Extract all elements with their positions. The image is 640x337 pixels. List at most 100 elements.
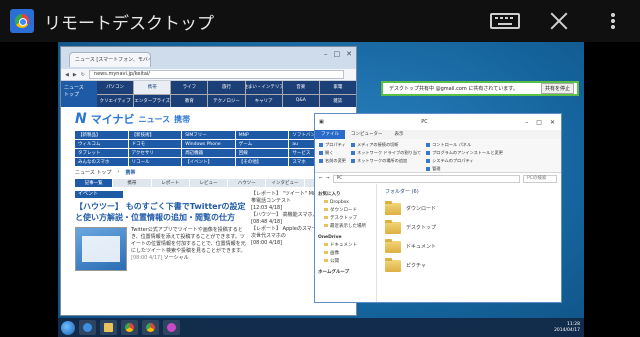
nav-pane-item[interactable]: ダウンロード — [318, 207, 373, 215]
nav-item[interactable]: 雑誌 — [319, 94, 356, 107]
ribbon-command[interactable]: システムのプロパティ — [426, 158, 503, 164]
folders-header[interactable]: フォルダー (6) — [385, 188, 553, 195]
ribbon-command[interactable]: プロパティ — [319, 142, 346, 148]
nav-pane-item[interactable]: 最近表示した場所 — [318, 223, 373, 231]
category-link[interactable]: ドコモ — [128, 140, 182, 148]
category-link[interactable]: SIMフリー — [182, 131, 235, 139]
site-nav: パソコン携帯ライフ旅行住まい・インテリア音楽家電クリエイティブエンタープライズ教… — [97, 81, 356, 107]
explorer-taskbar-button[interactable] — [100, 320, 117, 335]
ribbon-command[interactable]: コントロール パネル — [426, 142, 503, 148]
nav-pane-item[interactable]: ホームグループ — [318, 269, 373, 277]
category-link[interactable]: ゲーム — [235, 140, 289, 148]
ribbon-group: メディアの接続の切断 ネットワーク ドライブの割り当て ネットワークの場所の追加 — [351, 142, 421, 169]
category-link[interactable]: MNP — [235, 131, 289, 139]
ribbon-command[interactable]: ネットワークの場所の追加 — [351, 158, 421, 164]
category-link[interactable]: 【その他】 — [235, 158, 289, 166]
category-link[interactable]: リコール — [128, 158, 182, 166]
nav-item[interactable]: 携帯 — [134, 81, 171, 94]
category-link[interactable]: 【新製品】 — [75, 131, 128, 139]
nav-item[interactable]: 旅行 — [208, 81, 245, 94]
window-controls[interactable]: – □ ✕ — [525, 119, 555, 126]
search-input[interactable]: PCの検索 — [523, 174, 557, 183]
browser-tab[interactable]: ニュース [スマートフォン、モバイル — [69, 52, 151, 67]
chrome-taskbar-button-2[interactable] — [142, 320, 159, 335]
category-link[interactable]: 【イベント】 — [182, 158, 235, 166]
folder-icon — [385, 238, 401, 253]
ribbon-tab[interactable]: コンピューター — [345, 130, 389, 139]
ribbon-command[interactable]: 管理 — [426, 166, 503, 172]
nav-item[interactable]: クリエイティブ — [97, 94, 134, 107]
category-link[interactable]: ウィルコム — [75, 140, 128, 148]
nav-item[interactable]: 教育 — [171, 94, 208, 107]
category-link[interactable]: 回線 — [235, 149, 289, 157]
nav-item[interactable]: エンタープライズ — [134, 94, 171, 107]
back-icon[interactable]: ← — [319, 176, 323, 181]
nav-pane-item[interactable]: 公開 — [318, 258, 373, 266]
folder-item[interactable]: ダウンロード — [385, 199, 553, 218]
section-tab[interactable]: ハウツー — [228, 179, 266, 187]
chrome-window[interactable]: ニュース [スマートフォン、モバイル – □ ✕ ◀ ▶ ↻ news.mynavi… — [60, 46, 357, 316]
ribbon-group: プロパティ開く名前の変更 — [319, 142, 346, 169]
category-link[interactable]: 【新技術】 — [128, 131, 182, 139]
section-tab[interactable]: インタビュー — [266, 179, 304, 187]
category-link[interactable]: Windows Phone — [182, 140, 235, 148]
headline-link[interactable]: 【ハウツー】 ものすごく下書でTwitterの設定と使い方解説・位置情報の追加・… — [75, 201, 247, 223]
folder-name: デスクトップ — [406, 225, 437, 231]
overflow-menu-button[interactable] — [586, 0, 640, 42]
explorer-window[interactable]: ▣ PC – □ ✕ ファイル コンピューター 表示 プロパティ 開く 名前の変更 メディアの… — [314, 113, 562, 303]
category-link[interactable]: アクセサリ — [128, 149, 182, 157]
back-icon[interactable]: ◀ — [65, 72, 69, 78]
folder-item[interactable]: デスクトップ — [385, 218, 553, 237]
photos-taskbar-button[interactable] — [163, 320, 180, 335]
nav-item[interactable]: キャリア — [245, 94, 282, 107]
reload-icon[interactable]: ↻ — [81, 72, 85, 78]
remote-desktop-app: リモートデスクトップ ニュース [スマートフォン、モバイル – □ ✕ ◀ ▶ ↻ … — [0, 0, 640, 337]
nav-item[interactable]: Q&A — [282, 94, 319, 107]
ribbon-tab[interactable]: 表示 — [389, 130, 410, 139]
nav-item[interactable]: テクノロジー — [208, 94, 245, 107]
nav-pane-item[interactable]: 画像 — [318, 250, 373, 258]
keyboard-button[interactable] — [478, 0, 532, 42]
address-bar[interactable]: news.mynavi.jp/keitai/ — [88, 70, 344, 79]
ribbon-command[interactable]: 開く — [319, 150, 346, 156]
clock[interactable]: 11:28 2014/04/17 — [554, 322, 580, 334]
more-vert-icon — [611, 12, 615, 30]
forward-icon[interactable]: → — [326, 176, 330, 181]
ie-taskbar-button[interactable] — [79, 320, 96, 335]
ribbon-tab[interactable]: ファイル — [315, 130, 345, 139]
chrome-taskbar-button[interactable] — [121, 320, 138, 335]
ribbon-command[interactable]: ネットワーク ドライブの割り当て — [351, 150, 421, 156]
site-logo[interactable]: ニュース トップ — [61, 81, 97, 107]
category-link[interactable]: 周辺機器 — [182, 149, 235, 157]
nav-item[interactable]: パソコン — [97, 81, 134, 94]
action-bar: リモートデスクトップ — [0, 0, 640, 42]
nav-pane-item[interactable]: Dropbox — [318, 199, 373, 207]
section-tab[interactable]: 携帯 — [113, 179, 151, 187]
nav-item[interactable]: 家電 — [319, 81, 356, 94]
nav-pane-item[interactable]: お気に入り — [318, 191, 373, 199]
nav-pane-item[interactable]: デスクトップ — [318, 215, 373, 223]
disconnect-button[interactable] — [532, 0, 586, 42]
article-thumbnail[interactable] — [75, 227, 127, 271]
nav-item[interactable]: 住まい・インテリア — [245, 81, 282, 94]
ribbon-command[interactable]: 名前の変更 — [319, 158, 346, 164]
address-bar[interactable]: PC — [332, 174, 520, 183]
folder-item[interactable]: ドキュメント — [385, 237, 553, 256]
remote-desktop-view[interactable]: ニュース [スマートフォン、モバイル – □ ✕ ◀ ▶ ↻ news.mynavi… — [58, 42, 584, 337]
forward-icon[interactable]: ▶ — [73, 72, 77, 78]
nav-item[interactable]: 音楽 — [282, 81, 319, 94]
stop-sharing-button[interactable]: 共有を停止 — [540, 83, 574, 94]
ribbon-command[interactable]: プログラムのアンインストールと変更 — [426, 150, 503, 156]
nav-pane-item[interactable]: OneDrive — [318, 234, 373, 242]
start-button[interactable] — [61, 320, 75, 335]
section-tab[interactable]: レポート — [151, 179, 189, 187]
category-link[interactable]: みんなのスマホ — [75, 158, 128, 166]
section-tab[interactable]: 記事一覧 — [75, 179, 113, 187]
nav-item[interactable]: ライフ — [171, 81, 208, 94]
nav-pane-item[interactable]: ドキュメント — [318, 242, 373, 250]
window-controls[interactable]: – □ ✕ — [324, 50, 352, 58]
section-tab[interactable]: レビュー — [189, 179, 228, 187]
folder-item[interactable]: ピクチャ — [385, 256, 553, 275]
ribbon-command[interactable]: メディアの接続の切断 — [351, 142, 421, 148]
category-link[interactable]: タブレット — [75, 149, 128, 157]
